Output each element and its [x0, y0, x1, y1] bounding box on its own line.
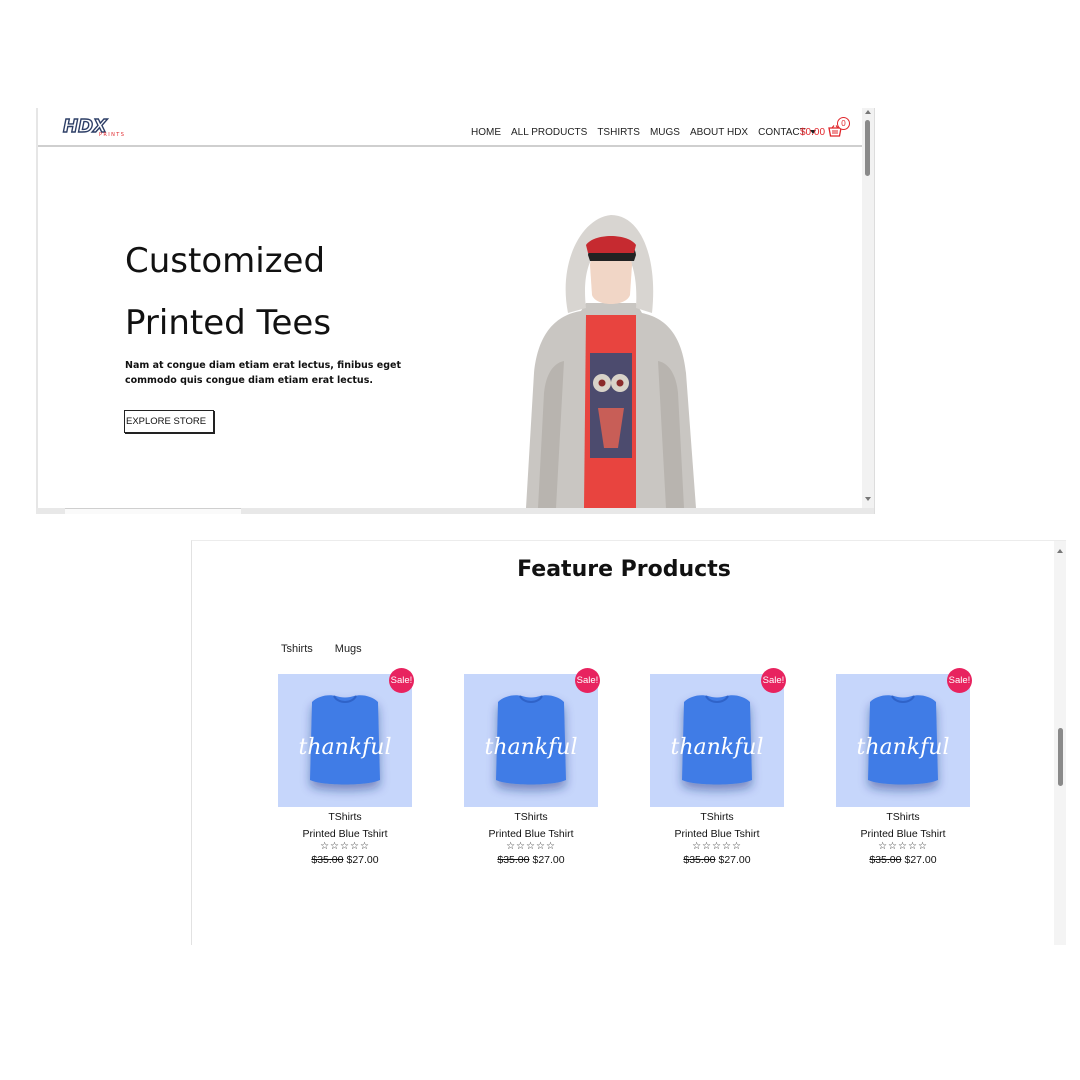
star-rating-icon: ☆☆☆☆☆: [506, 841, 556, 852]
hdx-logo[interactable]: HDX PRINTS: [62, 112, 126, 138]
product-category[interactable]: TShirts: [650, 811, 784, 823]
nav-home[interactable]: HOME: [471, 127, 501, 138]
tshirt-image: thankful: [299, 695, 392, 785]
product-card[interactable]: thankful Sale! TShirts Printed Blue Tshi…: [650, 668, 786, 866]
product-image[interactable]: thankful Sale!: [836, 668, 972, 807]
nav-about[interactable]: ABOUT HDX: [690, 127, 748, 138]
product-name[interactable]: Printed Blue Tshirt: [278, 828, 412, 840]
product-filter-tabs: Tshirts Mugs: [281, 643, 362, 655]
window-edge: [36, 108, 38, 508]
old-price: $35.00: [683, 854, 716, 866]
featured-products-screenshot: Feature Products Tshirts Mugs thankful S…: [191, 540, 1066, 945]
nav-contact-label: CONTACT: [758, 127, 806, 138]
tab-tshirts[interactable]: Tshirts: [281, 643, 313, 655]
product-name[interactable]: Printed Blue Tshirt: [464, 828, 598, 840]
product-category[interactable]: TShirts: [278, 811, 412, 823]
old-price: $35.00: [311, 854, 344, 866]
explore-store-button[interactable]: EXPLORE STORE: [124, 410, 214, 433]
svg-text:thankful: thankful: [299, 735, 392, 760]
product-price: $35.00 $27.00: [464, 854, 598, 866]
product-price: $35.00 $27.00: [650, 854, 784, 866]
star-rating-icon: ☆☆☆☆☆: [878, 841, 928, 852]
nav-all-products[interactable]: ALL PRODUCTS: [511, 127, 587, 138]
svg-text:thankful: thankful: [671, 735, 764, 760]
sale-badge: Sale!: [761, 668, 786, 693]
product-name[interactable]: Printed Blue Tshirt: [650, 828, 784, 840]
tshirt-image: thankful: [857, 695, 950, 785]
main-nav: HOME ALL PRODUCTS TSHIRTS MUGS ABOUT HDX…: [471, 127, 816, 138]
hero-title-line-1: Customized: [125, 241, 326, 281]
svg-text:PRINTS: PRINTS: [99, 132, 125, 138]
product-image[interactable]: thankful Sale!: [464, 668, 600, 807]
product-name[interactable]: Printed Blue Tshirt: [836, 828, 970, 840]
sale-price: $27.00: [904, 854, 937, 866]
product-category[interactable]: TShirts: [464, 811, 598, 823]
scrollbar-thumb[interactable]: [1058, 728, 1063, 786]
product-price: $35.00 $27.00: [278, 854, 412, 866]
scrollbar-thumb[interactable]: [865, 120, 870, 176]
hero-screenshot: HDX PRINTS HOME ALL PRODUCTS TSHIRTS MUG…: [36, 108, 875, 514]
navbar: HDX PRINTS HOME ALL PRODUCTS TSHIRTS MUG…: [38, 108, 864, 147]
hero-title-line-2: Printed Tees: [125, 303, 332, 343]
horizontal-scrollbar[interactable]: [36, 508, 874, 514]
cart-count-badge: 0: [837, 117, 850, 130]
hero-title: Customized Printed Tees: [125, 230, 445, 354]
vertical-scrollbar[interactable]: [862, 108, 874, 508]
cart-total[interactable]: $0.00: [800, 127, 825, 138]
sale-badge: Sale!: [947, 668, 972, 693]
scroll-up-arrow-icon[interactable]: [865, 110, 871, 114]
star-rating-icon: ☆☆☆☆☆: [320, 841, 370, 852]
tab-mugs[interactable]: Mugs: [335, 643, 362, 655]
star-rating-icon: ☆☆☆☆☆: [692, 841, 742, 852]
sale-price: $27.00: [532, 854, 565, 866]
tshirt-image: thankful: [671, 695, 764, 785]
vertical-scrollbar[interactable]: [1054, 541, 1066, 945]
old-price: $35.00: [869, 854, 902, 866]
nav-tshirts[interactable]: TSHIRTS: [597, 127, 640, 138]
sale-badge: Sale!: [575, 668, 600, 693]
hero-description: Nam at congue diam etiam erat lectus, fi…: [125, 360, 402, 386]
product-image[interactable]: thankful Sale!: [278, 668, 414, 807]
svg-text:thankful: thankful: [857, 735, 950, 760]
horizontal-scrollbar-thumb[interactable]: [65, 508, 241, 514]
scroll-up-arrow-icon[interactable]: [1057, 549, 1063, 553]
hero-model-image: [526, 215, 696, 508]
section-title: Feature Products: [517, 557, 731, 582]
product-category[interactable]: TShirts: [836, 811, 970, 823]
sale-price: $27.00: [346, 854, 379, 866]
product-card[interactable]: thankful Sale! TShirts Printed Blue Tshi…: [278, 668, 414, 866]
product-card[interactable]: thankful Sale! TShirts Printed Blue Tshi…: [836, 668, 972, 866]
nav-mugs[interactable]: MUGS: [650, 127, 680, 138]
product-image[interactable]: thankful Sale!: [650, 668, 786, 807]
product-grid: thankful Sale! TShirts Printed Blue Tshi…: [278, 668, 972, 866]
scroll-down-arrow-icon[interactable]: [865, 497, 871, 501]
tshirt-image: thankful: [485, 695, 578, 785]
sale-price: $27.00: [718, 854, 751, 866]
svg-text:thankful: thankful: [485, 735, 578, 760]
old-price: $35.00: [497, 854, 530, 866]
product-price: $35.00 $27.00: [836, 854, 970, 866]
product-card[interactable]: thankful Sale! TShirts Printed Blue Tshi…: [464, 668, 600, 866]
sale-badge: Sale!: [389, 668, 414, 693]
